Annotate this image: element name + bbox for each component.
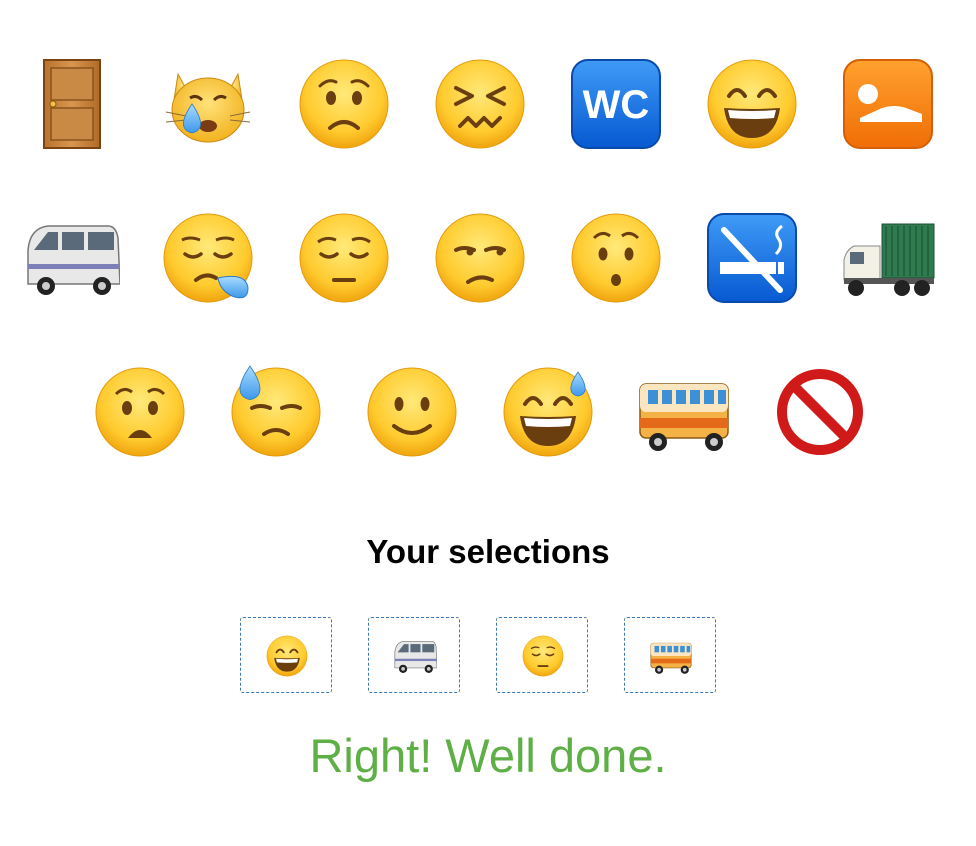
- cold-sweat-face-icon[interactable]: [228, 364, 324, 460]
- sleepy-face-icon[interactable]: [160, 210, 256, 306]
- result-message: Right! Well done.: [309, 729, 667, 782]
- unamused-face-icon[interactable]: [432, 210, 528, 306]
- emoji-row-2: [0, 210, 976, 306]
- hushed-face-icon[interactable]: [568, 210, 664, 306]
- worried-face-icon[interactable]: [296, 56, 392, 152]
- no-smoking-icon[interactable]: [704, 210, 800, 306]
- door-icon[interactable]: [24, 56, 120, 152]
- no-entry-icon[interactable]: [772, 364, 868, 460]
- emoji-row-3: [0, 364, 976, 460]
- bus-icon[interactable]: [636, 364, 732, 460]
- delivery-truck-icon[interactable]: [840, 210, 936, 306]
- grinning-face-icon[interactable]: [704, 56, 800, 152]
- lying-person-icon[interactable]: [840, 56, 936, 152]
- slightly-smiling-face-icon[interactable]: [364, 364, 460, 460]
- selections-heading: Your selections: [366, 533, 610, 570]
- wc-sign-icon[interactable]: WC: [568, 56, 664, 152]
- selection-slot-2[interactable]: [368, 617, 460, 693]
- crying-cat-face-icon[interactable]: [160, 56, 256, 152]
- selection-slot-4[interactable]: [624, 617, 716, 693]
- minibus-icon[interactable]: [24, 210, 120, 306]
- anguished-face-icon[interactable]: [92, 364, 188, 460]
- selection-slot-1[interactable]: [240, 617, 332, 693]
- smiling-face-with-sweat-icon[interactable]: [500, 364, 596, 460]
- confounded-face-icon[interactable]: [432, 56, 528, 152]
- svg-text:WC: WC: [583, 83, 650, 127]
- selection-slot-3[interactable]: [496, 617, 588, 693]
- pensive-face-icon[interactable]: [296, 210, 392, 306]
- emoji-row-1: WC: [0, 56, 976, 152]
